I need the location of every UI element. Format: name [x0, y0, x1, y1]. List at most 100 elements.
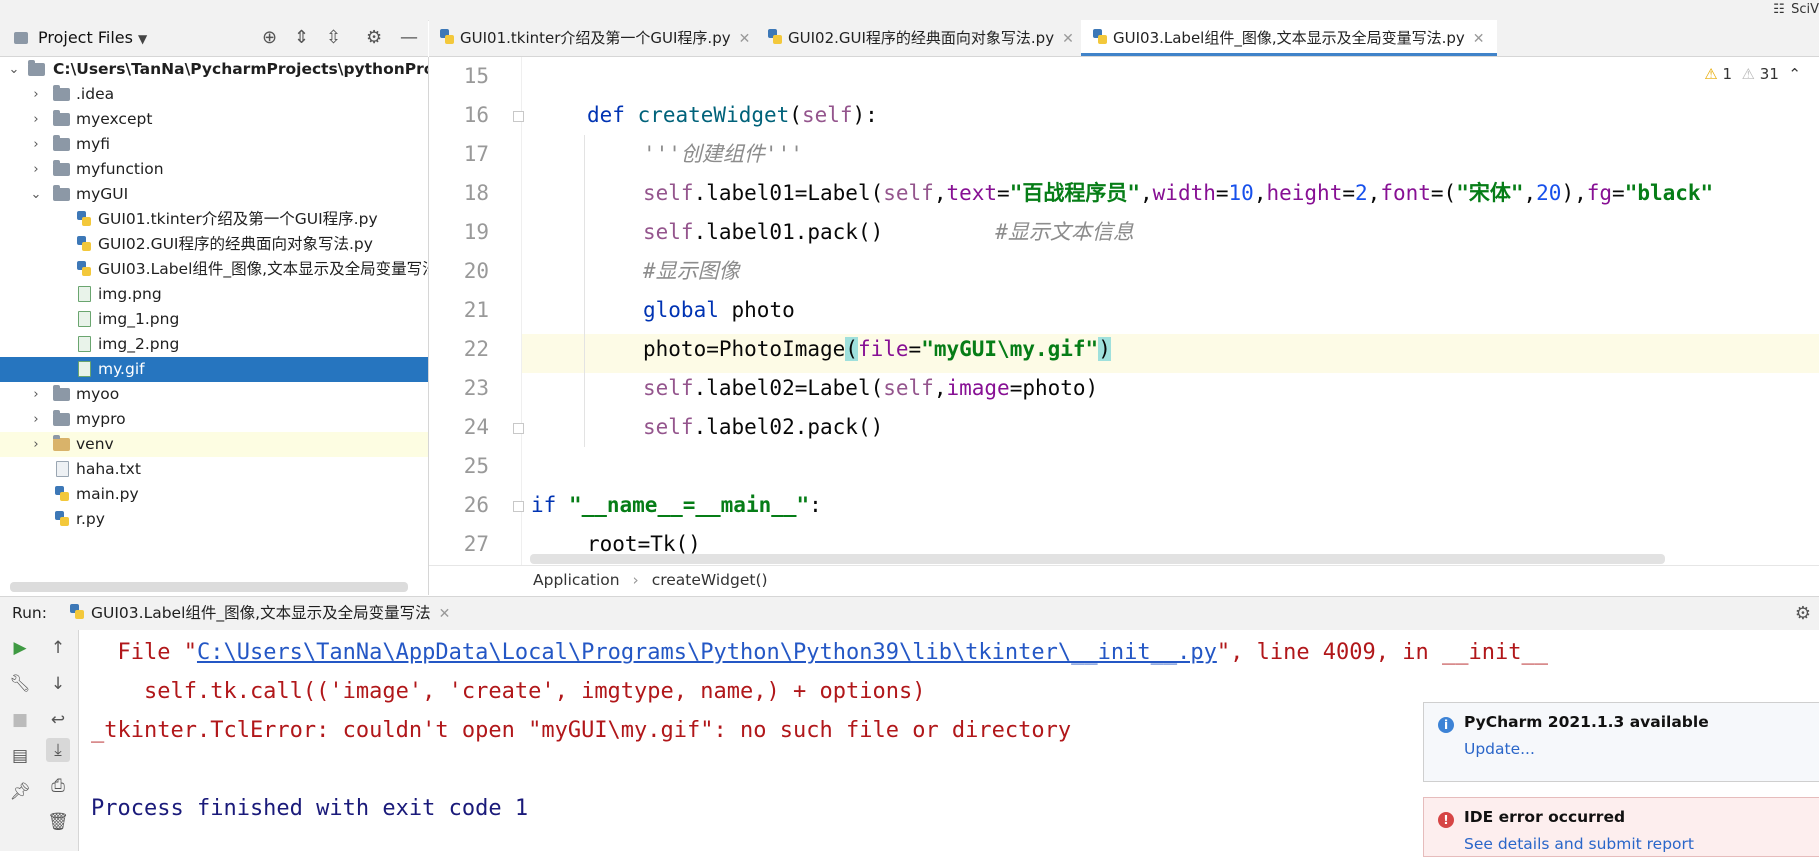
chevron-right-icon[interactable]: › [30, 82, 42, 107]
collapse-all-icon[interactable]: ⇳ [326, 20, 341, 56]
python-file-icon [768, 29, 783, 45]
chevron-down-icon[interactable]: ⌄ [30, 182, 42, 207]
print-icon[interactable]: ⎙ [46, 774, 70, 798]
run-tab[interactable]: GUI03.Label组件_图像,文本显示及全局变量写法 ✕ [70, 597, 450, 631]
code-line-16: def createWidget(self): [587, 103, 878, 127]
tree-item-label: myfunction [76, 160, 164, 178]
project-view-selector[interactable]: Project Files ▼ [38, 20, 147, 56]
stop-icon[interactable]: ■ [8, 708, 32, 732]
folder-icon [53, 85, 70, 101]
tree-item-label: GUI02.GUI程序的经典面向对象写法.py [98, 235, 373, 253]
tab-label: GUI03.Label组件_图像,文本显示及全局变量写法.py [1113, 29, 1465, 47]
project-horizontal-scrollbar[interactable] [10, 582, 408, 592]
wrench-icon[interactable]: 🔧︎ [8, 672, 32, 696]
gear-icon[interactable]: ⚙ [1795, 597, 1811, 630]
tree-item-myexcept[interactable]: › myexcept [0, 107, 428, 132]
tree-item-venv[interactable]: › venv [0, 432, 428, 457]
close-icon[interactable]: ✕ [739, 31, 751, 47]
tree-item-img2[interactable]: img_2.png [0, 332, 428, 357]
tree-item-myfunction[interactable]: › myfunction [0, 157, 428, 182]
tree-item-gui01[interactable]: GUI01.tkinter介绍及第一个GUI程序.py [0, 207, 428, 232]
tree-item-gui03[interactable]: GUI03.Label组件_图像,文本显示及全局变量写法.py [0, 257, 428, 282]
python-file-icon [55, 511, 70, 527]
expand-all-icon[interactable]: ⇕ [294, 20, 309, 56]
pin-icon[interactable]: 📌︎ [8, 780, 32, 804]
tree-item-myfi[interactable]: › myfi [0, 132, 428, 157]
line-number: 25 [463, 454, 489, 478]
fold-marker-icon[interactable] [513, 423, 524, 434]
tree-item-gui02[interactable]: GUI02.GUI程序的经典面向对象写法.py [0, 232, 428, 257]
tree-item-idea[interactable]: › .idea [0, 82, 428, 107]
sciview-toggle[interactable]: SciV [1773, 0, 1819, 20]
tree-item-mygif[interactable]: my.gif [0, 357, 428, 382]
editor-horizontal-scrollbar[interactable] [530, 554, 1665, 564]
close-icon[interactable]: ✕ [1062, 31, 1074, 47]
locate-icon[interactable]: ⊕ [262, 20, 277, 56]
tree-item-haha[interactable]: haha.txt [0, 457, 428, 482]
layout-icon[interactable]: ▤ [8, 744, 32, 768]
breadcrumb-item-createwidget[interactable]: createWidget() [652, 571, 768, 589]
tree-item-main[interactable]: main.py [0, 482, 428, 507]
chevron-right-icon[interactable]: › [30, 432, 42, 457]
line-number: 27 [463, 532, 489, 556]
folder-icon [53, 110, 70, 126]
chevron-right-icon[interactable]: › [30, 132, 42, 157]
code-line-26: if "__name__=__main__": [531, 493, 822, 517]
tree-item-label: myGUI [76, 185, 129, 203]
update-notification: i PyCharm 2021.1.3 available Update... [1423, 702, 1819, 782]
chevron-up-icon[interactable]: ⌃ [1788, 65, 1801, 83]
fold-marker-icon[interactable] [513, 111, 524, 122]
tab-gui01[interactable]: GUI01.tkinter介绍及第一个GUI程序.py ✕ [440, 20, 750, 56]
chevron-down-icon[interactable]: ⌄ [8, 57, 20, 82]
tab-gui02[interactable]: GUI02.GUI程序的经典面向对象写法.py ✕ [768, 20, 1074, 56]
line-number: 16 [463, 103, 489, 127]
rerun-icon[interactable]: ▶ [8, 636, 32, 660]
chevron-right-icon[interactable]: › [30, 107, 42, 132]
image-file-icon [78, 311, 91, 327]
breadcrumb-item-application[interactable]: Application [533, 571, 620, 589]
tree-item-img[interactable]: img.png [0, 282, 428, 307]
scroll-to-end-icon[interactable]: ⤓ [46, 738, 70, 762]
tree-item-mygui[interactable]: ⌄ myGUI [0, 182, 428, 207]
tree-item-myoo[interactable]: › myoo [0, 382, 428, 407]
see-details-link[interactable]: See details and submit report [1464, 835, 1694, 853]
code-line-24: self.label02.pack() [643, 415, 884, 439]
soft-wrap-icon[interactable]: ↩ [46, 708, 70, 732]
arrow-up-icon[interactable]: ↑ [46, 636, 70, 660]
code-editor[interactable]: ⚠ 1 ⚠ 31 ⌃ 15 16 17 18 19 20 21 22 23 24… [429, 57, 1819, 565]
traceback-file-link[interactable]: C:\Users\TanNa\AppData\Local\Programs\Py… [197, 640, 1217, 665]
chevron-right-icon[interactable]: › [30, 382, 42, 407]
image-file-icon [78, 336, 91, 352]
error-count: 1 [1722, 65, 1732, 83]
tab-gui03[interactable]: GUI03.Label组件_图像,文本显示及全局变量写法.py ✕ [1081, 20, 1497, 56]
tree-item-label: img.png [98, 285, 162, 303]
error-icon: ! [1438, 812, 1454, 828]
tree-item-label: GUI03.Label组件_图像,文本显示及全局变量写法.py [98, 260, 428, 278]
line-number: 20 [463, 259, 489, 283]
folder-icon [53, 160, 70, 176]
tree-item-r[interactable]: r.py [0, 507, 428, 532]
inspection-widget[interactable]: ⚠ 1 ⚠ 31 ⌃ [1704, 65, 1801, 83]
run-panel-header: Run: GUI03.Label组件_图像,文本显示及全局变量写法 ✕ ⚙ [0, 596, 1819, 631]
warning-count: 31 [1759, 65, 1779, 83]
current-line-highlight [429, 334, 1819, 373]
line-number: 23 [463, 376, 489, 400]
fold-marker-icon[interactable] [513, 501, 524, 512]
arrow-down-icon[interactable]: ↓ [46, 672, 70, 696]
close-icon[interactable]: ✕ [439, 606, 451, 622]
tree-item-root[interactable]: ⌄ C:\Users\TanNa\PycharmProjects\pythonP… [0, 57, 428, 82]
close-icon[interactable]: ✕ [1473, 31, 1485, 47]
tree-item-mypro[interactable]: › mypro [0, 407, 428, 432]
code-line-22: photo=PhotoImage(file="myGUI\my.gif") [643, 337, 1111, 361]
chevron-right-icon[interactable]: › [30, 157, 42, 182]
tree-item-img1[interactable]: img_1.png [0, 307, 428, 332]
line-number: 17 [463, 142, 489, 166]
update-link[interactable]: Update... [1464, 740, 1535, 758]
line-number: 18 [463, 181, 489, 205]
trash-icon[interactable]: 🗑︎ [46, 810, 70, 834]
run-tab-label: GUI03.Label组件_图像,文本显示及全局变量写法 [91, 604, 431, 622]
minimize-icon[interactable]: — [400, 20, 418, 56]
gear-icon[interactable]: ⚙ [366, 20, 382, 56]
folder-icon [28, 60, 45, 76]
chevron-right-icon[interactable]: › [30, 407, 42, 432]
